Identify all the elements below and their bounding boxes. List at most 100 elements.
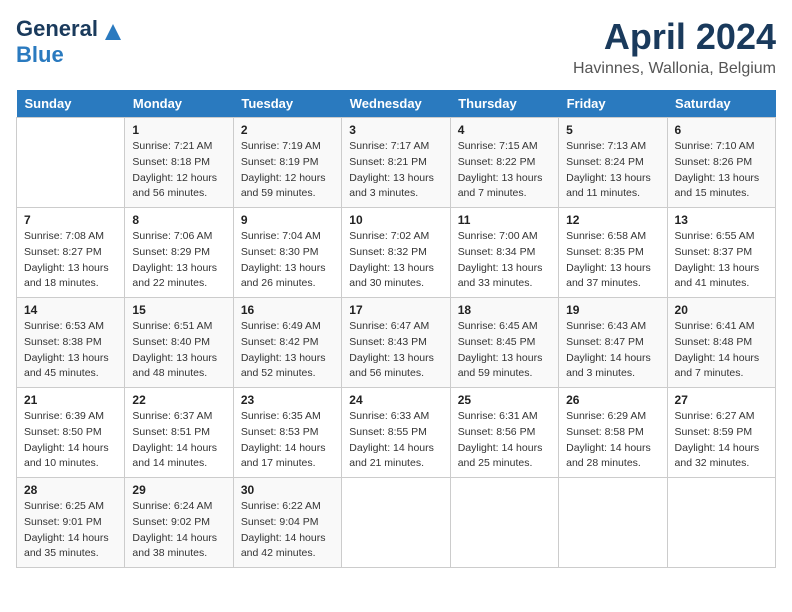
calendar-cell: 4 Sunrise: 7:15 AMSunset: 8:22 PMDaylight… xyxy=(450,118,558,208)
day-info: Sunrise: 7:17 AMSunset: 8:21 PMDaylight:… xyxy=(349,139,442,202)
day-number: 9 xyxy=(241,213,334,227)
weekday-header-thursday: Thursday xyxy=(450,90,558,118)
day-number: 26 xyxy=(566,393,659,407)
day-number: 5 xyxy=(566,123,659,137)
day-number: 6 xyxy=(675,123,768,137)
day-number: 23 xyxy=(241,393,334,407)
calendar-cell xyxy=(17,118,125,208)
day-info: Sunrise: 6:49 AMSunset: 8:42 PMDaylight:… xyxy=(241,319,334,382)
day-info: Sunrise: 6:45 AMSunset: 8:45 PMDaylight:… xyxy=(458,319,551,382)
day-number: 21 xyxy=(24,393,117,407)
calendar-cell: 23 Sunrise: 6:35 AMSunset: 8:53 PMDayligh… xyxy=(233,388,341,478)
weekday-header-monday: Monday xyxy=(125,90,233,118)
day-number: 16 xyxy=(241,303,334,317)
day-info: Sunrise: 7:13 AMSunset: 8:24 PMDaylight:… xyxy=(566,139,659,202)
day-number: 13 xyxy=(675,213,768,227)
calendar-cell: 1 Sunrise: 7:21 AMSunset: 8:18 PMDaylight… xyxy=(125,118,233,208)
calendar-cell: 3 Sunrise: 7:17 AMSunset: 8:21 PMDaylight… xyxy=(342,118,450,208)
calendar-cell: 27Sunrise: 6:27 AMSunset: 8:59 PMDayligh… xyxy=(667,388,775,478)
day-info: Sunrise: 6:31 AMSunset: 8:56 PMDaylight:… xyxy=(458,409,551,472)
calendar-week-row: 21 Sunrise: 6:39 AMSunset: 8:50 PMDayligh… xyxy=(17,388,776,478)
day-info: Sunrise: 7:04 AMSunset: 8:30 PMDaylight:… xyxy=(241,229,334,292)
calendar-cell: 6Sunrise: 7:10 AMSunset: 8:26 PMDaylight… xyxy=(667,118,775,208)
day-info: Sunrise: 6:47 AMSunset: 8:43 PMDaylight:… xyxy=(349,319,442,382)
day-number: 28 xyxy=(24,483,117,497)
calendar-cell: 22 Sunrise: 6:37 AMSunset: 8:51 PMDayligh… xyxy=(125,388,233,478)
calendar-cell: 24 Sunrise: 6:33 AMSunset: 8:55 PMDayligh… xyxy=(342,388,450,478)
day-info: Sunrise: 6:55 AMSunset: 8:37 PMDaylight:… xyxy=(675,229,768,292)
day-info: Sunrise: 7:21 AMSunset: 8:18 PMDaylight:… xyxy=(132,139,225,202)
calendar-cell: 30 Sunrise: 6:22 AMSunset: 9:04 PMDayligh… xyxy=(233,478,341,568)
day-info: Sunrise: 6:35 AMSunset: 8:53 PMDaylight:… xyxy=(241,409,334,472)
calendar-cell: 21 Sunrise: 6:39 AMSunset: 8:50 PMDayligh… xyxy=(17,388,125,478)
day-number: 18 xyxy=(458,303,551,317)
day-info: Sunrise: 7:08 AMSunset: 8:27 PMDaylight:… xyxy=(24,229,117,292)
day-info: Sunrise: 7:15 AMSunset: 8:22 PMDaylight:… xyxy=(458,139,551,202)
day-number: 24 xyxy=(349,393,442,407)
day-number: 20 xyxy=(675,303,768,317)
calendar-cell: 26 Sunrise: 6:29 AMSunset: 8:58 PMDayligh… xyxy=(559,388,667,478)
day-number: 25 xyxy=(458,393,551,407)
day-info: Sunrise: 6:37 AMSunset: 8:51 PMDaylight:… xyxy=(132,409,225,472)
calendar-week-row: 1 Sunrise: 7:21 AMSunset: 8:18 PMDaylight… xyxy=(17,118,776,208)
calendar-cell: 15 Sunrise: 6:51 AMSunset: 8:40 PMDayligh… xyxy=(125,298,233,388)
day-info: Sunrise: 7:00 AMSunset: 8:34 PMDaylight:… xyxy=(458,229,551,292)
day-number: 29 xyxy=(132,483,225,497)
logo-blue: Blue xyxy=(16,42,64,67)
day-number: 17 xyxy=(349,303,442,317)
day-number: 2 xyxy=(241,123,334,137)
logo-general: General xyxy=(16,16,98,41)
day-number: 27 xyxy=(675,393,768,407)
calendar-cell xyxy=(450,478,558,568)
calendar-cell: 17 Sunrise: 6:47 AMSunset: 8:43 PMDayligh… xyxy=(342,298,450,388)
weekday-header-tuesday: Tuesday xyxy=(233,90,341,118)
calendar-cell: 14 Sunrise: 6:53 AMSunset: 8:38 PMDayligh… xyxy=(17,298,125,388)
weekday-header-row: SundayMondayTuesdayWednesdayThursdayFrid… xyxy=(17,90,776,118)
day-info: Sunrise: 6:41 AMSunset: 8:48 PMDaylight:… xyxy=(675,319,768,382)
day-number: 30 xyxy=(241,483,334,497)
day-number: 4 xyxy=(458,123,551,137)
calendar-cell: 18 Sunrise: 6:45 AMSunset: 8:45 PMDayligh… xyxy=(450,298,558,388)
day-info: Sunrise: 6:58 AMSunset: 8:35 PMDaylight:… xyxy=(566,229,659,292)
day-number: 10 xyxy=(349,213,442,227)
day-info: Sunrise: 7:02 AMSunset: 8:32 PMDaylight:… xyxy=(349,229,442,292)
weekday-header-sunday: Sunday xyxy=(17,90,125,118)
calendar-cell: 9 Sunrise: 7:04 AMSunset: 8:30 PMDaylight… xyxy=(233,208,341,298)
day-number: 7 xyxy=(24,213,117,227)
day-info: Sunrise: 6:51 AMSunset: 8:40 PMDaylight:… xyxy=(132,319,225,382)
calendar-cell: 2 Sunrise: 7:19 AMSunset: 8:19 PMDaylight… xyxy=(233,118,341,208)
calendar-table: SundayMondayTuesdayWednesdayThursdayFrid… xyxy=(16,90,776,568)
day-info: Sunrise: 6:53 AMSunset: 8:38 PMDaylight:… xyxy=(24,319,117,382)
day-number: 15 xyxy=(132,303,225,317)
day-info: Sunrise: 6:22 AMSunset: 9:04 PMDaylight:… xyxy=(241,499,334,562)
calendar-cell: 25 Sunrise: 6:31 AMSunset: 8:56 PMDayligh… xyxy=(450,388,558,478)
day-info: Sunrise: 7:06 AMSunset: 8:29 PMDaylight:… xyxy=(132,229,225,292)
month-title: April 2024 xyxy=(573,16,776,58)
day-info: Sunrise: 6:43 AMSunset: 8:47 PMDaylight:… xyxy=(566,319,659,382)
calendar-cell xyxy=(667,478,775,568)
day-number: 3 xyxy=(349,123,442,137)
calendar-cell: 19 Sunrise: 6:43 AMSunset: 8:47 PMDayligh… xyxy=(559,298,667,388)
calendar-cell: 13 Sunrise: 6:55 AMSunset: 8:37 PMDayligh… xyxy=(667,208,775,298)
day-number: 1 xyxy=(132,123,225,137)
calendar-cell: 5 Sunrise: 7:13 AMSunset: 8:24 PMDaylight… xyxy=(559,118,667,208)
day-number: 19 xyxy=(566,303,659,317)
weekday-header-friday: Friday xyxy=(559,90,667,118)
calendar-week-row: 28Sunrise: 6:25 AMSunset: 9:01 PMDayligh… xyxy=(17,478,776,568)
day-number: 22 xyxy=(132,393,225,407)
title-area: April 2024 Havinnes, Wallonia, Belgium xyxy=(573,16,776,78)
day-info: Sunrise: 6:33 AMSunset: 8:55 PMDaylight:… xyxy=(349,409,442,472)
day-info: Sunrise: 6:39 AMSunset: 8:50 PMDaylight:… xyxy=(24,409,117,472)
calendar-week-row: 14 Sunrise: 6:53 AMSunset: 8:38 PMDayligh… xyxy=(17,298,776,388)
calendar-cell: 28Sunrise: 6:25 AMSunset: 9:01 PMDayligh… xyxy=(17,478,125,568)
calendar-cell: 16 Sunrise: 6:49 AMSunset: 8:42 PMDayligh… xyxy=(233,298,341,388)
day-info: Sunrise: 7:19 AMSunset: 8:19 PMDaylight:… xyxy=(241,139,334,202)
day-number: 12 xyxy=(566,213,659,227)
calendar-week-row: 7 Sunrise: 7:08 AMSunset: 8:27 PMDaylight… xyxy=(17,208,776,298)
day-number: 14 xyxy=(24,303,117,317)
calendar-cell: 10 Sunrise: 7:02 AMSunset: 8:32 PMDayligh… xyxy=(342,208,450,298)
day-info: Sunrise: 6:29 AMSunset: 8:58 PMDaylight:… xyxy=(566,409,659,472)
calendar-cell: 11Sunrise: 7:00 AMSunset: 8:34 PMDayligh… xyxy=(450,208,558,298)
calendar-cell xyxy=(342,478,450,568)
day-info: Sunrise: 6:24 AMSunset: 9:02 PMDaylight:… xyxy=(132,499,225,562)
